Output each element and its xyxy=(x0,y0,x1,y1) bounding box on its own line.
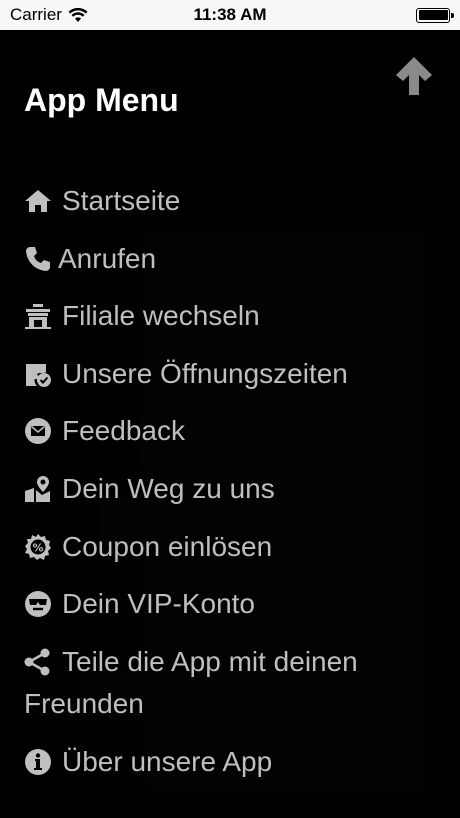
coupon-icon: % xyxy=(24,526,58,568)
menu-item-label: Filiale wechseln xyxy=(62,300,260,332)
carrier-label: Carrier xyxy=(10,5,62,24)
menu-item-label: Dein Weg zu uns xyxy=(62,472,275,504)
calendar-check-icon xyxy=(24,353,58,395)
menu-item-label: Startseite xyxy=(62,185,181,216)
menu-title: App Menu xyxy=(24,82,179,118)
vip-icon xyxy=(24,583,58,625)
menu-item-dein-weg[interactable]: Dein Weg zu uns xyxy=(24,468,434,526)
menu-list: Startseite Anrufen Filiale wechseln Unse… xyxy=(24,180,434,798)
status-bar: Carrier 11:38 AM xyxy=(0,0,460,30)
share-icon xyxy=(24,641,58,683)
battery-icon xyxy=(416,7,454,23)
menu-item-coupon[interactable]: % Coupon einlösen xyxy=(24,526,434,584)
status-left: Carrier xyxy=(10,5,88,25)
map-pin-icon xyxy=(24,468,58,510)
arrow-up-icon xyxy=(396,57,432,95)
menu-item-feedback[interactable]: Feedback xyxy=(24,410,434,468)
wifi-icon xyxy=(68,7,88,22)
scroll-up-button[interactable] xyxy=(392,54,436,98)
phone-icon xyxy=(24,238,54,280)
menu-item-label: Feedback xyxy=(62,415,185,447)
menu-item-label: Unsere Öffnungszeiten xyxy=(62,357,348,389)
store-icon xyxy=(24,295,58,337)
menu-item-label: Über unsere App xyxy=(62,745,273,777)
menu-item-label: Teile die App mit deinen Freunden xyxy=(24,645,358,719)
menu-item-anrufen[interactable]: Anrufen xyxy=(24,238,434,296)
menu-item-oeffnungszeiten[interactable]: Unsere Öffnungszeiten xyxy=(24,353,434,411)
menu-item-label: Dein VIP-Konto xyxy=(62,588,255,620)
home-icon xyxy=(24,180,58,222)
menu-item-filiale-wechseln[interactable]: Filiale wechseln xyxy=(24,295,434,353)
menu-item-label: Coupon einlösen xyxy=(62,530,273,562)
mail-icon xyxy=(24,410,58,452)
svg-text:%: % xyxy=(32,541,43,554)
menu-item-ueber-app[interactable]: Über unsere App xyxy=(24,741,434,799)
menu-item-vip-konto[interactable]: Dein VIP-Konto xyxy=(24,583,434,641)
side-menu-drawer: App Menu Startseite Anrufen Filiale wech… xyxy=(0,30,460,818)
info-icon xyxy=(24,741,58,783)
menu-item-startseite[interactable]: Startseite xyxy=(24,180,434,238)
menu-item-teilen[interactable]: Teile die App mit deinen Freunden xyxy=(24,641,434,741)
menu-item-label: Anrufen xyxy=(58,242,157,274)
